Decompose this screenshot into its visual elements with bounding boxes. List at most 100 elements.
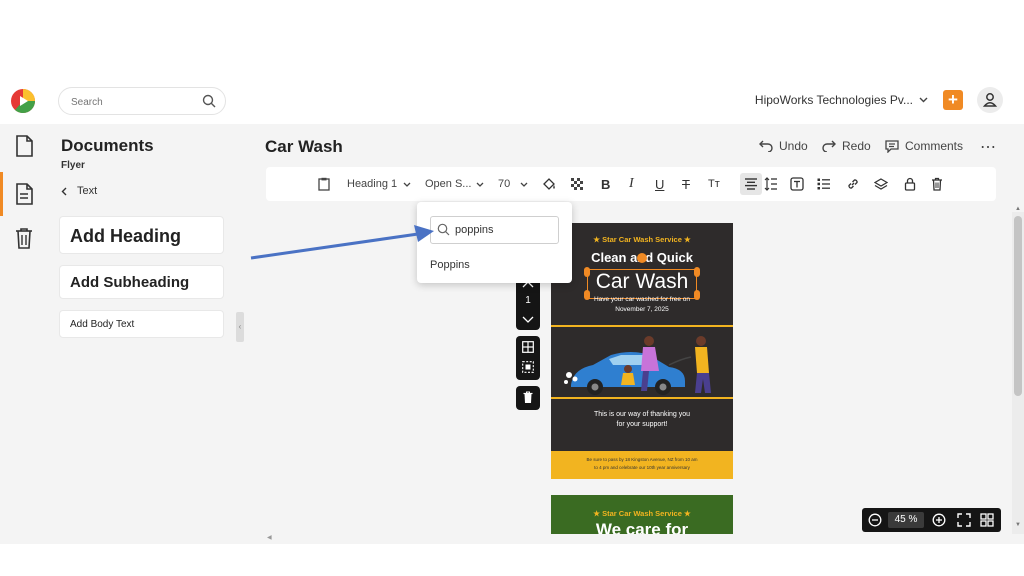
chevron-down-icon [520, 182, 528, 187]
text-case-icon[interactable]: Tт [708, 167, 720, 201]
plus-icon: + [948, 90, 958, 109]
trash-icon [523, 391, 533, 404]
delete-page-button[interactable] [516, 386, 540, 410]
panel-title: Documents [61, 136, 154, 155]
search-icon[interactable] [202, 94, 216, 108]
app-logo[interactable] [10, 88, 36, 114]
zoom-level[interactable]: 45 % [888, 512, 924, 528]
scroll-up-icon[interactable]: ▲ [1015, 206, 1021, 212]
flyer-service-line: ★ Star Car Wash Service ★ [593, 235, 691, 244]
car-wash-illustration[interactable] [551, 329, 733, 397]
fit-screen-icon[interactable] [957, 513, 971, 527]
rotate-handle-icon[interactable] [637, 253, 647, 263]
text-style-select[interactable]: Heading 1 [347, 167, 411, 201]
page2-headline: We care for [595, 520, 689, 535]
flyer-footer-band: Be sure to pass by 18 Kingston Avenue, N… [551, 451, 733, 479]
font-size-select[interactable]: 70 [498, 167, 528, 201]
rail-item-trash[interactable] [0, 216, 48, 260]
underline-icon[interactable]: U [655, 167, 664, 201]
flyer-date-line: November 7, 2025 [615, 306, 669, 313]
avatar[interactable] [977, 87, 1003, 113]
search-box[interactable] [58, 87, 226, 115]
back-link[interactable]: Text [61, 185, 97, 197]
chevron-down-icon [477, 182, 484, 187]
trash-icon [16, 228, 32, 249]
link-icon[interactable] [846, 167, 860, 201]
lock-icon[interactable] [904, 167, 916, 201]
user-icon [982, 93, 998, 107]
rail-item-documents[interactable] [0, 124, 48, 168]
flyer-page-1[interactable]: ★ Star Car Wash Service ★ Clean and Quic… [551, 223, 733, 479]
flyer-thanks-line-2: for your support! [616, 421, 668, 428]
undo-button[interactable]: Undo [759, 139, 808, 153]
font-family-select[interactable]: Open S... [425, 167, 484, 201]
left-rail [0, 124, 48, 544]
line-height-icon[interactable] [764, 167, 778, 201]
flyer-footer-line-2: to 4 pm and celebrate our 10th year anni… [594, 465, 690, 470]
page2-service-line: ★ Star Car Wash Service ★ [593, 509, 691, 518]
file-text-icon [16, 183, 33, 205]
format-toolbar: Heading 1 Open S... 70 B I U T Tт [266, 167, 996, 201]
font-family-value: Open S... [425, 178, 472, 190]
layout-controls [516, 336, 540, 380]
chevron-down-icon[interactable] [522, 316, 534, 323]
chevron-down-icon [919, 97, 928, 103]
page-number: 1 [525, 295, 531, 306]
scroll-left-icon[interactable]: ◀ [267, 534, 272, 541]
scroll-down-icon[interactable]: ▼ [1015, 522, 1021, 528]
font-family-dropdown: Poppins [417, 202, 572, 283]
text-panel: Documents Flyer Text Add Heading Add Sub… [48, 124, 236, 544]
delete-icon[interactable] [931, 167, 943, 201]
search-icon [437, 223, 450, 236]
panel-subtitle: Flyer [61, 160, 85, 171]
company-name: HipoWorks Technologies Pv... [754, 93, 913, 107]
font-search-input[interactable] [455, 222, 553, 238]
clipboard-icon[interactable] [318, 167, 330, 201]
text-style-value: Heading 1 [347, 178, 398, 190]
align-center-icon[interactable] [744, 167, 758, 201]
grid-icon[interactable] [522, 341, 534, 353]
scrollbar-thumb[interactable] [1014, 216, 1022, 396]
strikethrough-icon[interactable]: T [682, 167, 690, 201]
list-icon[interactable] [817, 167, 831, 201]
chevron-left-icon: ‹ [238, 322, 242, 331]
vertical-scrollbar[interactable]: ▲ ▼ [1012, 206, 1024, 534]
panel-collapse-handle[interactable]: ‹ [236, 312, 244, 342]
redo-button[interactable]: Redo [822, 139, 871, 153]
select-region-icon[interactable] [522, 361, 534, 373]
grid-view-icon[interactable] [980, 513, 994, 527]
add-button[interactable]: + [943, 90, 963, 110]
rail-item-text[interactable] [0, 172, 48, 216]
add-body-text-card[interactable]: Add Body Text [59, 310, 224, 338]
flyer-headline-2[interactable]: Car Wash [551, 270, 733, 294]
chevron-down-icon [403, 182, 411, 187]
company-selector[interactable]: HipoWorks Technologies Pv... [755, 93, 928, 107]
flyer-offer-line: Have your car washed for free on [593, 296, 691, 303]
redo-icon [822, 140, 836, 152]
flyer-thanks-line-1: This is our way of thanking you [593, 411, 691, 418]
search-input[interactable] [71, 93, 201, 111]
file-icon [16, 135, 33, 157]
text-box-icon[interactable] [790, 167, 804, 201]
add-subheading-card[interactable]: Add Subheading [59, 265, 224, 299]
horizontal-scrollbar[interactable]: ◀ [266, 534, 1012, 544]
comment-icon [885, 139, 899, 153]
redo-label: Redo [842, 139, 871, 153]
bold-icon[interactable]: B [601, 167, 610, 201]
more-options-icon[interactable]: ⋯ [980, 137, 997, 157]
top-bar: HipoWorks Technologies Pv... + [0, 80, 1024, 124]
document-title[interactable]: Car Wash [265, 137, 343, 157]
add-heading-card[interactable]: Add Heading [59, 216, 224, 254]
transparency-icon[interactable] [571, 167, 583, 201]
comments-button[interactable]: Comments [885, 139, 963, 153]
flyer-divider [551, 397, 733, 399]
flyer-footer-line-1: Be sure to pass by 18 Kingston Avenue, N… [586, 457, 698, 462]
italic-icon[interactable]: I [629, 167, 634, 201]
zoom-in-icon[interactable] [932, 513, 946, 527]
font-search-box[interactable] [430, 216, 559, 244]
flyer-page-2[interactable]: ★ Star Car Wash Service ★ We care for [551, 495, 733, 535]
zoom-out-icon[interactable] [868, 513, 882, 527]
fill-color-icon[interactable] [542, 167, 556, 201]
undo-label: Undo [779, 139, 808, 153]
layers-icon[interactable] [874, 167, 888, 201]
